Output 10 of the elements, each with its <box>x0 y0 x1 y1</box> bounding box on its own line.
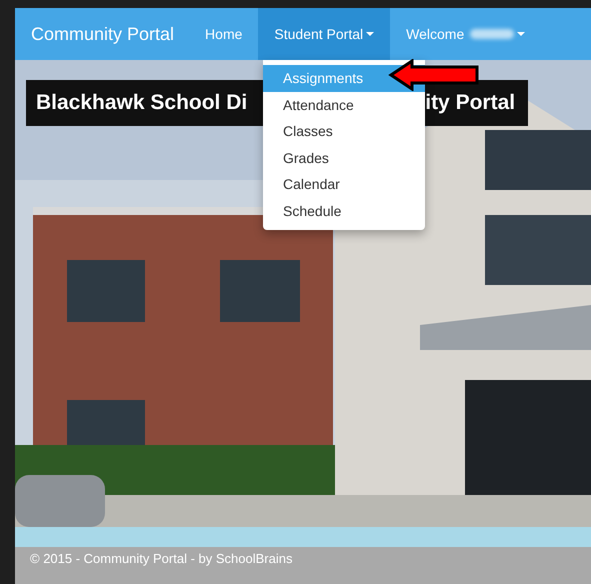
pointer-arrow-icon <box>388 59 480 91</box>
menu-item[interactable]: Attendance <box>263 92 425 118</box>
menu-item[interactable]: Classes <box>263 118 425 145</box>
menu-item[interactable]: Grades <box>263 144 425 172</box>
banner-title: ity Portal <box>425 91 516 115</box>
banner-title: Blackhawk School Di <box>36 91 248 115</box>
footer-text: © 2015 - Community Portal - by SchoolBrains <box>30 551 292 566</box>
menu-item[interactable]: Schedule <box>263 198 425 225</box>
menu-item[interactable]: Calendar <box>263 171 425 198</box>
nav-link[interactable]: Student Portal <box>258 8 390 60</box>
